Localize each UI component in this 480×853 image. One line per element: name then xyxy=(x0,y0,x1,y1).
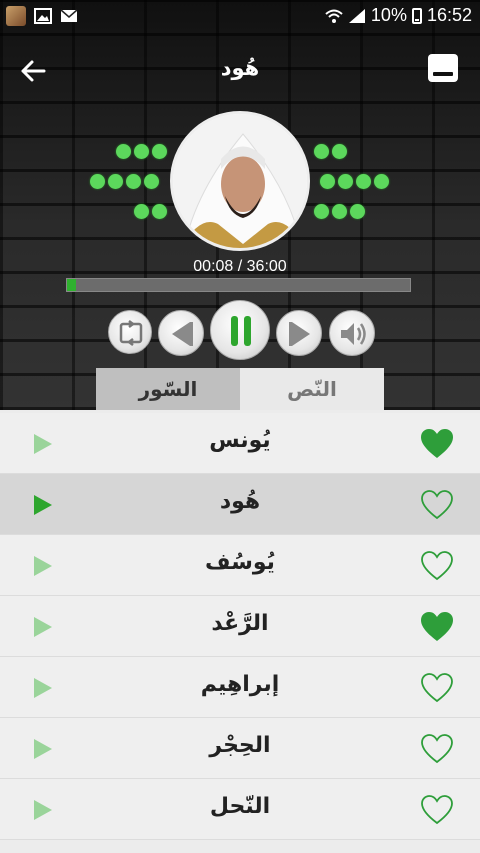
image-icon xyxy=(34,8,52,24)
player-header: 10% 16:52 هُود 00:08 / 36:00 السّور النّ… xyxy=(0,0,480,410)
eq-dot xyxy=(320,174,335,189)
list-item[interactable]: إبراهِيم xyxy=(0,657,480,718)
tab-surahs[interactable]: السّور xyxy=(96,368,240,410)
list-item[interactable]: الحِجْر xyxy=(0,718,480,779)
battery-icon xyxy=(411,7,422,24)
battery-percent: 10% xyxy=(370,5,407,25)
surah-name: الحِجْر xyxy=(209,733,271,758)
eq-dot xyxy=(134,204,149,219)
next-button[interactable] xyxy=(276,310,322,356)
clock: 16:52 xyxy=(426,5,472,25)
tab-bar: السّور النّص xyxy=(96,368,384,410)
repeat-button[interactable] xyxy=(108,310,152,354)
eq-dot xyxy=(338,174,353,189)
toolbar: هُود xyxy=(0,40,480,100)
eq-dot xyxy=(116,144,131,159)
eq-dot xyxy=(314,204,329,219)
previous-icon xyxy=(172,322,193,346)
eq-dot xyxy=(314,144,329,159)
photo-notification-icon xyxy=(6,6,26,26)
minimize-icon[interactable] xyxy=(428,54,458,82)
list-item[interactable]: الرَّعْد xyxy=(0,596,480,657)
favorite-heart-filled-icon[interactable] xyxy=(420,611,454,643)
wifi-icon xyxy=(325,9,343,23)
eq-dot xyxy=(152,204,167,219)
eq-dot xyxy=(332,204,347,219)
surah-name: إبراهِيم xyxy=(200,672,280,697)
eq-dot xyxy=(144,174,159,189)
list-item[interactable]: النّحل xyxy=(0,779,480,840)
repeat-icon xyxy=(119,320,143,346)
surah-name: هُود xyxy=(219,489,261,514)
surah-name: يُونس xyxy=(209,428,271,453)
surah-name: الرَّعْد xyxy=(211,611,269,636)
surah-name: النّحل xyxy=(209,794,271,819)
reciter-photo xyxy=(170,111,310,251)
favorite-heart-filled-icon[interactable] xyxy=(420,428,454,460)
eq-dot xyxy=(356,174,371,189)
list-item[interactable]: يُونس xyxy=(0,413,480,474)
signal-icon xyxy=(348,8,365,23)
eq-dot xyxy=(332,144,347,159)
progress-bar[interactable] xyxy=(66,278,411,292)
playback-time: 00:08 / 36:00 xyxy=(193,258,287,275)
status-bar: 10% 16:52 xyxy=(0,0,480,34)
favorite-heart-outline-icon[interactable] xyxy=(420,489,454,521)
surah-name: يُوسُف xyxy=(205,550,275,575)
pause-icon xyxy=(231,316,251,346)
favorite-heart-outline-icon[interactable] xyxy=(420,550,454,582)
eq-dot xyxy=(152,144,167,159)
eq-dot xyxy=(374,174,389,189)
volume-icon xyxy=(341,323,366,345)
tab-text[interactable]: النّص xyxy=(240,368,384,410)
pause-button[interactable] xyxy=(210,300,270,360)
eq-dot xyxy=(90,174,105,189)
eq-dot xyxy=(134,144,149,159)
mail-icon xyxy=(60,9,78,22)
eq-dot xyxy=(108,174,123,189)
page-title: هُود xyxy=(220,56,260,80)
progress-fill xyxy=(67,279,76,291)
surah-list: يُونس هُود يُوسُف الرَّعْد إبراهِيم الحِجْر ال… xyxy=(0,413,480,840)
list-item[interactable]: يُوسُف xyxy=(0,535,480,596)
favorite-heart-outline-icon[interactable] xyxy=(420,672,454,704)
eq-dot xyxy=(126,174,141,189)
volume-button[interactable] xyxy=(329,310,375,356)
eq-dot xyxy=(350,204,365,219)
list-item[interactable]: هُود xyxy=(0,474,480,535)
favorite-heart-outline-icon[interactable] xyxy=(420,733,454,765)
player-controls xyxy=(0,300,480,364)
favorite-heart-outline-icon[interactable] xyxy=(420,794,454,826)
previous-button[interactable] xyxy=(158,310,204,356)
next-icon xyxy=(289,322,310,346)
